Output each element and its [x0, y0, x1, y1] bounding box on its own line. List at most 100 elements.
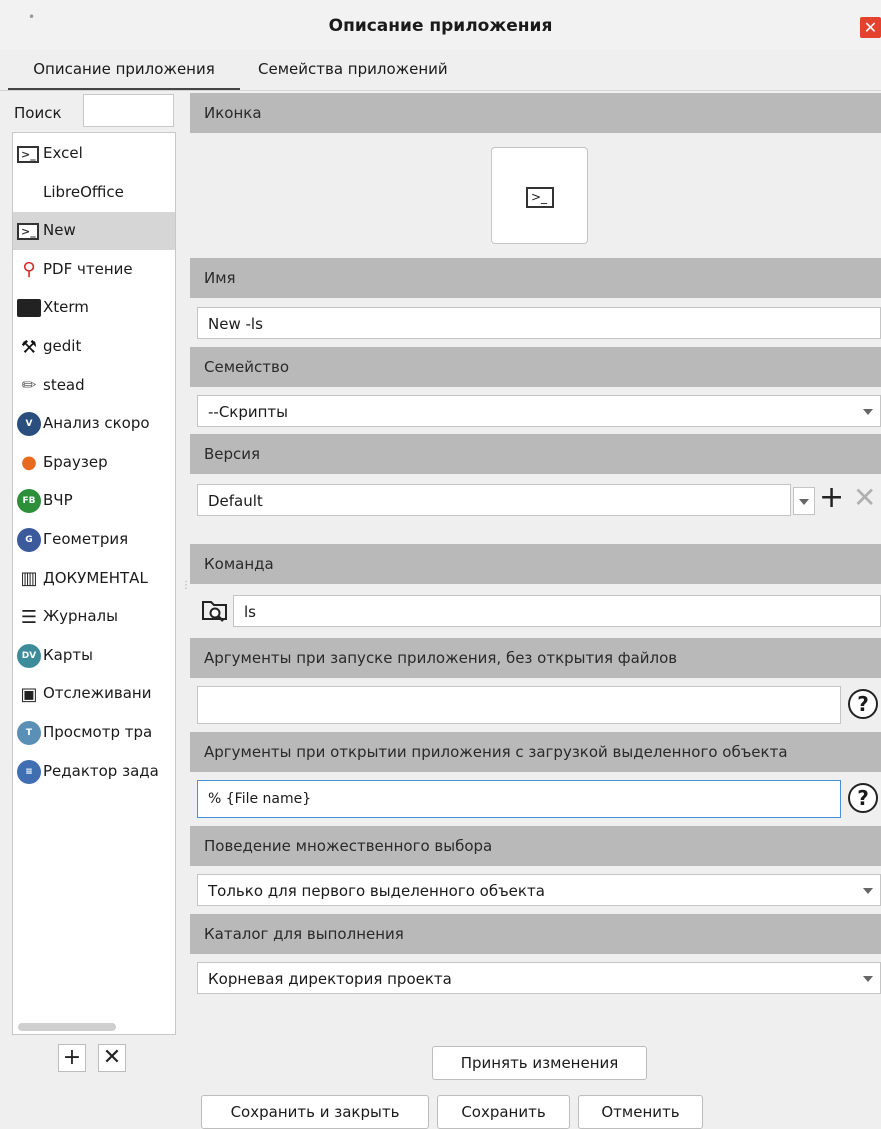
search-label: Поиск	[14, 104, 62, 122]
section-icon-label: Иконка	[204, 104, 262, 122]
version-dropdown-button[interactable]	[793, 487, 815, 515]
tab-app-description[interactable]: Описание приложения	[8, 56, 240, 90]
list-item-label: Журналы	[43, 607, 118, 626]
list-item[interactable]: DV Карты	[13, 637, 175, 675]
list-item[interactable]: >_ New	[13, 212, 175, 251]
list-item-label: PDF чтение	[43, 259, 133, 278]
list-icon: ☰	[20, 606, 38, 628]
section-workdir: Каталог для выполнения	[190, 914, 881, 954]
firefox-icon: ●	[21, 452, 37, 474]
xterm-icon	[17, 299, 41, 318]
list-item[interactable]: FB ВЧР	[13, 482, 175, 520]
terminal-icon: >_	[17, 146, 39, 163]
name-field-value: New -ls	[208, 315, 263, 333]
list-item-label: New	[43, 221, 76, 240]
section-args-no-files-label: Аргументы при запуске приложения, без от…	[204, 649, 678, 667]
tab-app-families[interactable]: Семейства приложений	[258, 56, 448, 90]
list-item[interactable]: ● Браузер	[13, 444, 175, 482]
delete-app-button[interactable]: ✕	[98, 1044, 126, 1072]
list-item-label: Браузер	[43, 452, 108, 471]
cancel-button[interactable]: Отменить	[578, 1095, 703, 1129]
section-icon: Иконка	[190, 93, 881, 133]
chevron-down-icon	[863, 409, 873, 415]
app-list: >_ Excel ✎ LibreOffice >_ New ⚲ PDF чтение Xterm…	[12, 132, 176, 1035]
search-input[interactable]	[83, 94, 174, 127]
terminal-icon: >_	[526, 187, 554, 208]
list-item[interactable]: >_ Excel	[13, 135, 175, 173]
close-button[interactable]: ✕	[860, 17, 881, 38]
list-item[interactable]: T Просмотр тра	[13, 714, 175, 752]
section-version-label: Версия	[204, 445, 261, 463]
list-item-label: Просмотр тра	[43, 723, 153, 741]
workdir-value: Корневая директория проекта	[208, 970, 452, 988]
chevron-down-icon	[863, 976, 873, 982]
multi-select-value: Только для первого выделенного объекта	[208, 882, 545, 900]
g-badge-icon: G	[17, 528, 41, 552]
list-item-label: Геометрия	[43, 530, 129, 548]
add-app-button[interactable]: +	[58, 1044, 86, 1072]
list-item[interactable]: ☰ Журналы	[13, 598, 175, 636]
family-select[interactable]: --Скрипты	[197, 395, 881, 427]
section-workdir-label: Каталог для выполнения	[204, 925, 404, 943]
editor-badge-icon: ≡	[17, 759, 41, 784]
section-args-no-files: Аргументы при запуске приложения, без от…	[190, 638, 881, 678]
monitor-icon: ▣	[20, 683, 38, 705]
list-item[interactable]: G Геометрия	[13, 521, 175, 559]
list-item-label: stead	[43, 375, 85, 394]
tab-divider	[0, 90, 881, 91]
version-select[interactable]: Default	[197, 484, 791, 516]
book-icon: ▥	[20, 568, 38, 590]
section-version: Версия	[190, 434, 881, 474]
command-field[interactable]: ls	[233, 595, 881, 627]
window-title: Описание приложения	[328, 16, 553, 36]
fb-badge-icon: FB	[17, 489, 41, 514]
args-with-object-field[interactable]: % {File name}	[197, 780, 841, 818]
name-field[interactable]: New -ls	[197, 307, 881, 339]
list-item[interactable]: ≡ Редактор зада	[13, 753, 175, 791]
dv-badge-icon: DV	[17, 643, 41, 668]
workdir-dropdown[interactable]: Корневая директория проекта	[197, 962, 881, 994]
section-name-label: Имя	[204, 269, 236, 287]
list-item-label: gedit	[43, 337, 82, 355]
pencil-icon: ✏	[21, 375, 37, 397]
list-item[interactable]: ⚒ gedit	[13, 328, 175, 366]
section-family-label: Семейство	[204, 358, 289, 376]
accept-changes-button[interactable]: Принять изменения	[432, 1046, 647, 1080]
list-item-label: ВЧР	[43, 491, 73, 510]
list-item-label: Карты	[43, 645, 93, 664]
section-multi-select: Поведение множественного выбора	[190, 826, 881, 866]
args-no-files-field[interactable]	[197, 686, 841, 724]
pdf-icon: ⚲	[22, 259, 36, 281]
list-item-label: LibreOffice	[43, 182, 124, 201]
terminal-icon: >_	[17, 223, 39, 241]
add-version-button[interactable]: +	[819, 483, 847, 513]
list-item-label: Excel	[43, 144, 83, 162]
list-item[interactable]: ✎ LibreOffice	[13, 174, 175, 212]
list-item[interactable]: V Анализ скоро	[13, 405, 175, 443]
version-select-value: Default	[208, 492, 263, 510]
multi-select-dropdown[interactable]: Только для первого выделенного объекта	[197, 874, 881, 906]
splitter-handle[interactable]: ⋮	[181, 581, 191, 603]
section-command: Команда	[190, 544, 881, 584]
list-item[interactable]: ▣ Отслеживани	[13, 675, 175, 713]
help-icon[interactable]: ?	[848, 689, 878, 719]
section-args-with-object-label: Аргументы при открытии приложения с загр…	[204, 743, 788, 761]
folder-search-icon[interactable]	[200, 596, 230, 624]
chevron-down-icon	[863, 888, 873, 894]
list-item-label: Отслеживани	[43, 684, 152, 703]
horizontal-scrollbar[interactable]	[18, 1023, 116, 1031]
list-item-label: Xterm	[43, 298, 89, 317]
help-icon[interactable]: ?	[848, 783, 878, 813]
t-badge-icon: T	[17, 721, 41, 745]
save-button[interactable]: Сохранить	[437, 1095, 570, 1129]
list-item[interactable]: Xterm	[13, 289, 175, 327]
section-multi-select-label: Поведение множественного выбора	[204, 837, 493, 855]
list-item[interactable]: ⚲ PDF чтение	[13, 251, 175, 289]
section-command-label: Команда	[204, 555, 274, 573]
delete-version-button[interactable]: ✕	[853, 483, 881, 513]
list-item-label: Редактор зада	[43, 761, 159, 780]
v-badge-icon: V	[17, 412, 41, 437]
list-item[interactable]: ▥ ДОКУМЕНТАL	[13, 560, 175, 598]
list-item[interactable]: ✏ stead	[13, 367, 175, 405]
save-and-close-button[interactable]: Сохранить и закрыть	[201, 1095, 429, 1129]
